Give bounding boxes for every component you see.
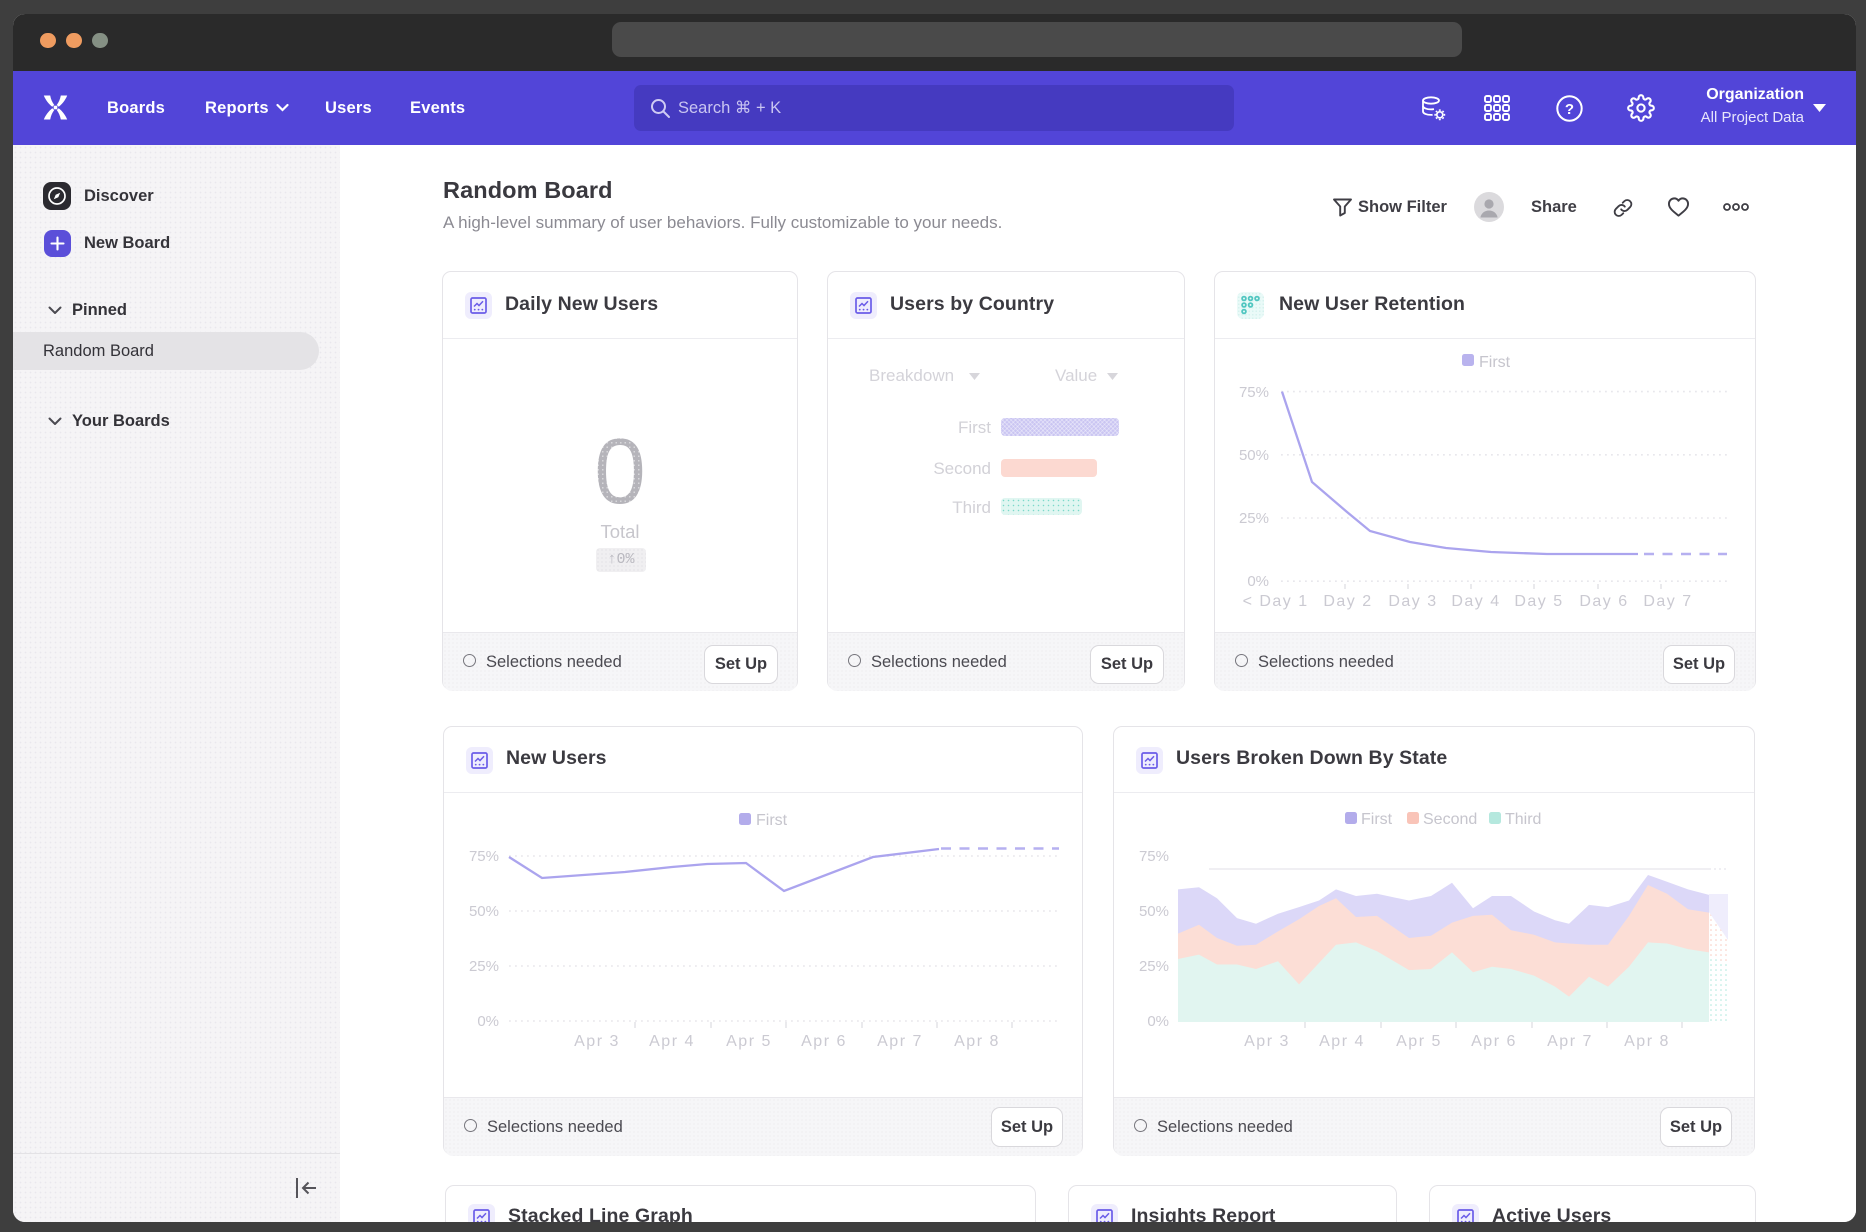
svg-text:Second: Second [1423,811,1477,828]
svg-text:0%: 0% [477,1013,499,1030]
svg-text:50%: 50% [469,903,499,920]
svg-text:25%: 25% [469,958,499,975]
svg-text:Day 3: Day 3 [1388,593,1437,610]
svg-text:75%: 75% [1239,384,1269,401]
svg-text:50%: 50% [1239,447,1269,464]
svg-text:First: First [1479,354,1511,371]
svg-text:Apr 7: Apr 7 [877,1033,923,1050]
svg-text:25%: 25% [1139,958,1169,975]
svg-text:0%: 0% [1247,573,1269,590]
svg-text:Apr 6: Apr 6 [1471,1033,1517,1050]
svg-text:50%: 50% [1139,903,1169,920]
svg-text:75%: 75% [469,848,499,865]
svg-text:Day 2: Day 2 [1323,593,1372,610]
svg-text:25%: 25% [1239,510,1269,527]
svg-text:Apr 6: Apr 6 [801,1033,847,1050]
svg-text:0%: 0% [1147,1013,1169,1030]
svg-text:Apr 3: Apr 3 [574,1033,620,1050]
svg-text:Day 7: Day 7 [1643,593,1692,610]
svg-text:Apr 7: Apr 7 [1547,1033,1593,1050]
svg-text:First: First [756,812,788,829]
svg-text:Day 6: Day 6 [1579,593,1628,610]
svg-text:Apr 4: Apr 4 [649,1033,695,1050]
svg-text:Day 4: Day 4 [1451,593,1500,610]
svg-text:Day 1: Day 1 [1259,593,1308,610]
svg-text:Apr 4: Apr 4 [1319,1033,1365,1050]
svg-text:Third: Third [1505,811,1541,828]
svg-text:?: ? [1565,101,1574,118]
svg-text:Apr 8: Apr 8 [954,1033,1000,1050]
svg-text:First: First [1361,811,1393,828]
svg-text:Apr 3: Apr 3 [1244,1033,1290,1050]
svg-text:<: < [1243,593,1254,610]
svg-text:Day 5: Day 5 [1514,593,1563,610]
svg-text:75%: 75% [1139,848,1169,865]
svg-text:Apr 8: Apr 8 [1624,1033,1670,1050]
svg-text:Apr 5: Apr 5 [726,1033,772,1050]
svg-text:Apr 5: Apr 5 [1396,1033,1442,1050]
